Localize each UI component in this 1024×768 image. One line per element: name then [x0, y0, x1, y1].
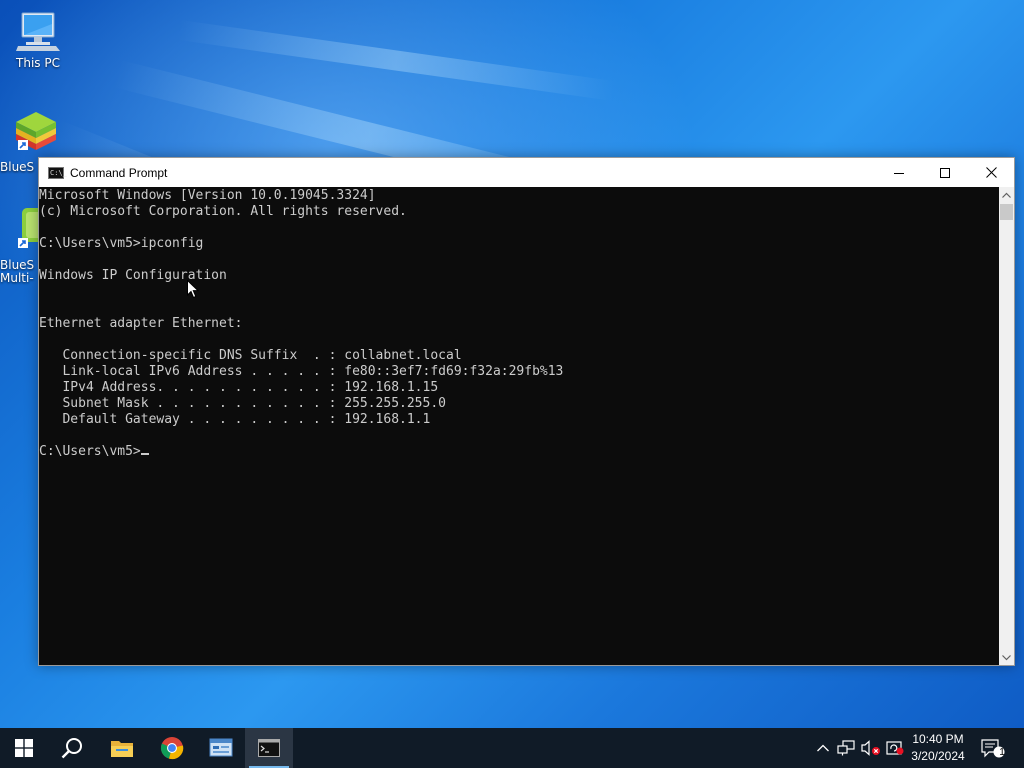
computer-icon — [16, 12, 60, 51]
action-center-button[interactable]: 1 — [976, 728, 1010, 768]
console-line: Subnet Mask . . . . . . . . . . . : 255.… — [39, 396, 446, 411]
minimize-icon — [894, 172, 904, 174]
console-line: Default Gateway . . . . . . . . . : 192.… — [39, 412, 431, 427]
console-line: Windows IP Configuration — [39, 268, 227, 283]
console-prompt-line[interactable]: C:\Users\vm5> — [39, 444, 1000, 460]
console-line: (c) Microsoft Corporation. All rights re… — [39, 204, 407, 219]
window-title: Command Prompt — [70, 165, 168, 180]
console-line: C:\Users\vm5>ipconfig — [39, 236, 204, 251]
console-line: Microsoft Windows [Version 10.0.19045.33… — [39, 188, 376, 203]
control-panel-icon — [209, 738, 233, 757]
desktop-icon-label: This PC — [16, 56, 60, 70]
desktop-icon-label: BlueS — [0, 160, 35, 174]
scroll-up-button[interactable] — [999, 187, 1014, 202]
command-prompt-window[interactable]: C:\_ Command Prompt Microsoft Windows [V… — [38, 157, 1015, 666]
wallpaper-beam — [177, 20, 616, 102]
taskbar-command-prompt[interactable] — [245, 728, 293, 768]
close-button[interactable] — [968, 158, 1014, 187]
maximize-icon — [940, 167, 950, 178]
taskbar-clock[interactable]: 10:40 PM 3/20/2024 — [902, 731, 974, 765]
search-button[interactable] — [48, 728, 96, 768]
desktop-icon-bluestacks-multi[interactable]: BlueS Multi- — [0, 206, 48, 285]
taskbar-control-panel[interactable] — [197, 728, 245, 768]
taskbar-file-explorer[interactable] — [98, 728, 146, 768]
clock-date: 3/20/2024 — [911, 749, 965, 763]
windows-logo-icon — [15, 739, 33, 757]
close-icon — [985, 167, 997, 178]
notification-count-badge: 1 — [999, 747, 1005, 758]
maximize-button[interactable] — [922, 158, 968, 187]
chevron-up-icon — [1002, 192, 1011, 198]
bluestacks-icon — [16, 112, 56, 150]
cmd-icon — [258, 739, 280, 757]
scroll-thumb[interactable] — [1000, 204, 1013, 220]
desktop-icon-this-pc[interactable]: This PC — [0, 10, 76, 70]
network-tray-button[interactable] — [836, 728, 856, 768]
volume-muted-icon — [861, 740, 880, 756]
console-line: Ethernet adapter Ethernet: — [39, 316, 243, 331]
chevron-up-icon — [817, 744, 829, 752]
scroll-down-button[interactable] — [999, 650, 1014, 665]
chrome-icon — [160, 737, 184, 760]
mouse-pointer-icon — [187, 280, 199, 299]
taskbar: 10:40 PM 3/20/2024 1 — [0, 728, 1024, 768]
console-line: Link-local IPv6 Address . . . . . : fe80… — [39, 364, 564, 379]
desktop-icon-label: Multi- — [0, 271, 34, 285]
chevron-down-icon — [1002, 654, 1011, 660]
search-icon — [61, 738, 82, 759]
text-cursor — [140, 453, 149, 455]
desktop-icon-bluestacks[interactable]: BlueS — [0, 108, 56, 174]
volume-tray-button[interactable] — [860, 728, 882, 768]
console-output[interactable]: Microsoft Windows [Version 10.0.19045.33… — [39, 187, 1000, 665]
folder-icon — [111, 741, 133, 757]
console-prompt: C:\Users\vm5> — [39, 444, 141, 459]
desktop: This PC BlueS BlueS Multi- C:\_ Command … — [0, 0, 1024, 728]
clock-time: 10:40 PM — [912, 732, 964, 746]
cmd-icon: C:\_ — [48, 166, 67, 179]
console-line: IPv4 Address. . . . . . . . . . . : 192.… — [39, 380, 439, 395]
show-hidden-icons-button[interactable] — [814, 728, 832, 768]
vertical-scrollbar[interactable] — [999, 187, 1014, 665]
console-line: Connection-specific DNS Suffix . : colla… — [39, 348, 462, 363]
network-icon — [837, 740, 855, 756]
window-titlebar[interactable]: C:\_ Command Prompt — [39, 158, 1014, 187]
start-button[interactable] — [0, 728, 48, 768]
taskbar-chrome[interactable] — [148, 728, 196, 768]
minimize-button[interactable] — [876, 158, 922, 187]
